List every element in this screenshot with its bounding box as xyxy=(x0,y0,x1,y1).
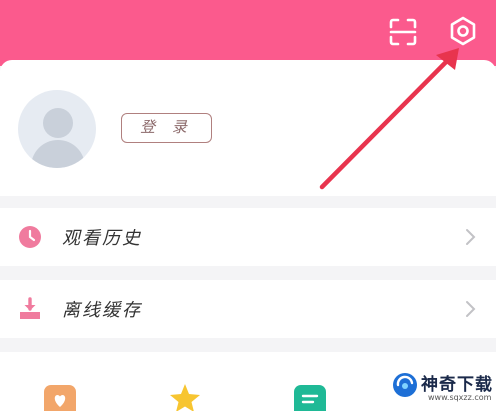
default-avatar-icon[interactable] xyxy=(18,90,96,168)
watermark-title: 神奇下载 xyxy=(421,375,493,395)
menu-item-watch-history[interactable]: 观看历史 xyxy=(0,208,496,266)
note-icon[interactable] xyxy=(294,385,326,411)
login-button[interactable]: 登 录 xyxy=(121,113,212,143)
gear-icon xyxy=(450,16,476,46)
menu-item-label: 观看历史 xyxy=(62,228,142,249)
scan-button[interactable] xyxy=(387,16,419,48)
menu-item-offline-cache[interactable]: 离线缓存 xyxy=(0,280,496,338)
watermark-url: www.sqxzz.com xyxy=(428,393,492,402)
heart-icon[interactable] xyxy=(44,385,76,411)
download-icon xyxy=(20,297,40,319)
watermark: 神奇下载 www.sqxzz.com xyxy=(392,368,496,411)
app-header xyxy=(0,0,496,66)
settings-button[interactable] xyxy=(447,15,479,47)
chevron-right-icon xyxy=(466,229,476,245)
star-icon[interactable] xyxy=(168,382,202,411)
clock-icon xyxy=(19,226,41,248)
menu-item-label: 离线缓存 xyxy=(62,300,142,321)
watermark-logo-icon xyxy=(393,373,417,397)
chevron-right-icon xyxy=(466,301,476,317)
scan-icon xyxy=(389,18,417,46)
